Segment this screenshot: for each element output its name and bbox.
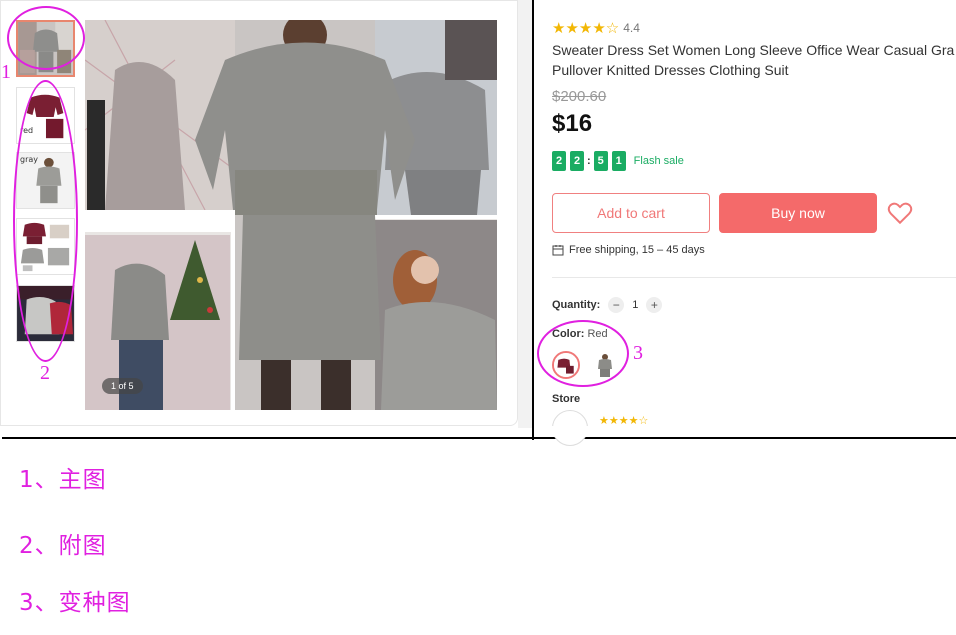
- product-title-line-1: Sweater Dress Set Women Long Sleeve Offi…: [552, 42, 955, 58]
- timer-digit: 1: [611, 151, 626, 171]
- timer-separator: :: [587, 155, 591, 167]
- shipping-info: Free shipping, 15 – 45 days: [552, 244, 705, 256]
- store-label: Store: [552, 393, 581, 405]
- quantity-increase-button[interactable]: +: [646, 297, 663, 313]
- legend-item-1: 1、主图: [19, 467, 107, 493]
- annotation-ellipse-extra-images: [13, 80, 78, 362]
- rating-value: 4.4: [623, 21, 640, 35]
- add-to-cart-button[interactable]: Add to cart: [552, 193, 710, 233]
- legend-item-2: 2、附图: [19, 533, 107, 559]
- separator-horizontal: [2, 437, 956, 439]
- annotation-marker-2: 2: [40, 362, 50, 384]
- calendar-icon: [552, 245, 564, 256]
- flash-sale-label: Flash sale: [633, 155, 684, 167]
- timer-digit: 2: [570, 151, 584, 171]
- wishlist-heart-icon[interactable]: [887, 201, 913, 225]
- flash-sale-timer: 2 2 : 5 1 Flash sale: [552, 151, 684, 171]
- main-product-photo: [85, 20, 497, 410]
- rating-row: ★★★★☆ 4.4: [552, 20, 640, 37]
- timer-digit: 5: [593, 151, 608, 171]
- separator-vertical: [532, 0, 534, 440]
- quantity-decrease-button[interactable]: −: [608, 297, 625, 313]
- page-clip: [534, 426, 956, 437]
- annotation-marker-3: 3: [633, 342, 643, 364]
- sale-price: $16: [552, 110, 593, 137]
- quantity-stepper: Quantity: − 1 +: [552, 297, 663, 313]
- quantity-label: Quantity:: [552, 299, 601, 311]
- buy-now-button[interactable]: Buy now: [719, 193, 877, 233]
- rating-stars-icon: ★★★★☆: [552, 20, 620, 37]
- section-divider: [552, 277, 956, 278]
- annotation-marker-1: 1: [1, 61, 11, 83]
- gallery-gutter: [518, 0, 532, 428]
- annotation-ellipse-main-image: [7, 6, 85, 70]
- timer-digit: 2: [552, 151, 566, 171]
- main-product-image[interactable]: [85, 20, 497, 410]
- product-title: Sweater Dress Set Women Long Sleeve Offi…: [552, 40, 956, 80]
- product-title-line-2: Pullover Knitted Dresses Clothing Suit: [552, 62, 789, 78]
- original-price: $200.60: [552, 88, 607, 105]
- annotation-ellipse-variant-images: [537, 320, 629, 387]
- quantity-value: 1: [632, 299, 639, 311]
- legend-item-3: 3、变种图: [19, 590, 131, 616]
- image-counter: 1 of 5: [102, 378, 143, 394]
- shipping-text: Free shipping, 15 – 45 days: [569, 244, 705, 256]
